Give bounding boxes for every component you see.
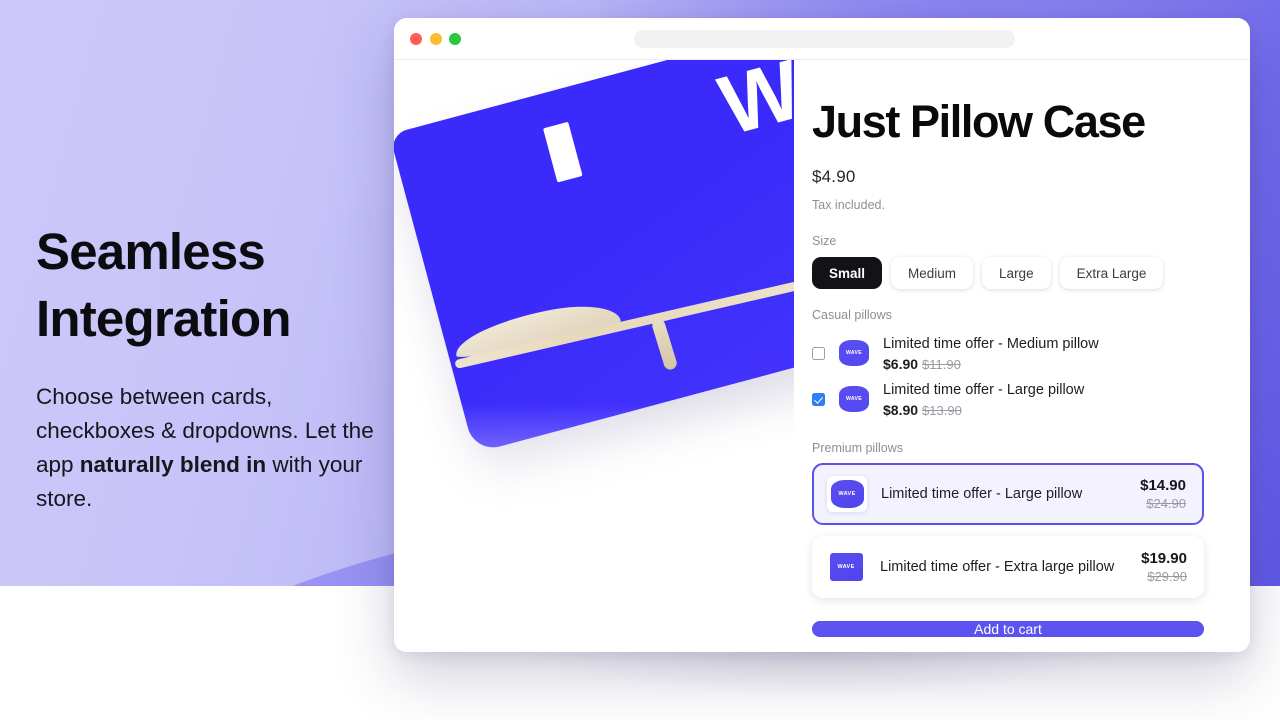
offer-thumbnail: WAVE	[837, 338, 871, 369]
minimize-window-icon[interactable]	[429, 32, 442, 45]
offer-compare-price: $29.90	[1147, 568, 1187, 584]
offer-name: Limited time offer - Large pillow	[883, 381, 1085, 398]
offer-card-large-pillow[interactable]: WAVE Limited time offer - Large pillow $…	[812, 463, 1204, 526]
promo-copy: Seamless Integration Choose between card…	[36, 218, 396, 516]
pillow-thumb-label: WAVE	[845, 396, 863, 403]
casual-pillows-list: WAVE Limited time offer - Medium pillow …	[812, 330, 1204, 422]
address-bar[interactable]	[634, 29, 1015, 48]
offer-price-row: $8.90 $13.90	[883, 402, 1084, 418]
offer-price-row: $19.90 $29.90	[1141, 550, 1187, 585]
promo-heading-line-1: Seamless	[36, 223, 266, 280]
premium-pillows-list: WAVE Limited time offer - Large pillow $…	[812, 463, 1204, 609]
offer-thumbnail: WAVE	[837, 384, 871, 415]
pillow-thumb-label: WAVE	[837, 564, 855, 571]
product-price: $4.90	[812, 167, 856, 187]
promo-subtext-emphasis: naturally blend in	[79, 452, 267, 477]
offer-name: Limited time offer - Large pillow	[881, 486, 1083, 503]
pillow-thumb-label: WAVE	[838, 491, 856, 498]
add-to-cart-button[interactable]: Add to cart	[812, 621, 1204, 638]
checkbox-medium-pillow[interactable]	[812, 346, 825, 360]
pillow-thumb-icon: WAVE	[829, 553, 863, 582]
promo-heading: Seamless Integration	[36, 218, 396, 352]
offer-compare-price: $24.90	[1146, 495, 1186, 511]
checkbox-large-pillow[interactable]	[812, 392, 825, 406]
maximize-window-icon[interactable]	[449, 32, 461, 45]
offer-text: Limited time offer - Medium pillow $6.90…	[883, 335, 1099, 372]
size-option-large[interactable]: Large	[982, 257, 1051, 290]
offer-card-extra-large-pillow[interactable]: WAVE Limited time offer - Extra large pi…	[812, 536, 1204, 599]
pillow-print-letter: W	[710, 60, 794, 153]
pillow-product-photo: W	[394, 60, 794, 454]
premium-pillows-label: Premium pillows	[812, 441, 903, 456]
pillow-print-bar	[542, 121, 583, 183]
size-option-extra-large[interactable]: Extra Large	[1059, 257, 1164, 290]
size-label: Size	[812, 234, 837, 249]
pillow-zipper-pull-icon	[650, 317, 679, 372]
offer-price: $6.90	[883, 355, 919, 372]
browser-content: W Just Pillow Case $4.90 Tax included. S…	[394, 60, 1250, 652]
offer-compare-price: $11.90	[922, 356, 961, 372]
promo-screenshot: Seamless Integration Choose between card…	[0, 0, 1280, 720]
pillow-thumb-icon: WAVE	[830, 480, 864, 509]
casual-pillows-label: Casual pillows	[812, 308, 892, 323]
offer-name: Limited time offer - Extra large pillow	[880, 559, 1115, 576]
size-option-small[interactable]: Small	[812, 257, 883, 290]
promo-subtext: Choose between cards, checkboxes & dropd…	[36, 380, 396, 516]
list-item[interactable]: WAVE Limited time offer - Medium pillow …	[812, 330, 1204, 376]
offer-price-row: $14.90 $24.90	[1140, 477, 1186, 512]
offer-price: $14.90	[1140, 476, 1186, 494]
product-image: W	[394, 60, 794, 652]
size-option-medium[interactable]: Medium	[891, 257, 974, 290]
offer-name: Limited time offer - Medium pillow	[883, 335, 1099, 352]
offer-compare-price: $13.90	[922, 402, 962, 418]
list-item[interactable]: WAVE Limited time offer - Large pillow $…	[812, 376, 1204, 422]
offer-price-row: $6.90 $11.90	[883, 356, 1099, 372]
tax-note: Tax included.	[812, 198, 885, 213]
offer-price: $19.90	[1141, 549, 1187, 567]
close-window-icon[interactable]	[410, 32, 422, 45]
offer-price: $8.90	[883, 401, 919, 418]
offer-thumbnail: WAVE	[826, 549, 866, 586]
pillow-zipper	[454, 256, 794, 370]
browser-titlebar	[394, 18, 1250, 60]
promo-heading-line-2: Integration	[36, 290, 292, 347]
browser-window: W Just Pillow Case $4.90 Tax included. S…	[394, 18, 1250, 652]
pillow-thumb-label: WAVE	[845, 350, 863, 357]
size-selector[interactable]: Small Medium Large Extra Large	[812, 257, 1204, 290]
offer-text: Limited time offer - Large pillow $8.90 $…	[883, 381, 1084, 418]
window-controls[interactable]	[410, 32, 461, 45]
product-details: Just Pillow Case $4.90 Tax included. Siz…	[794, 60, 1250, 652]
pillow-thumb-icon: WAVE	[839, 340, 869, 367]
page-title: Just Pillow Case	[812, 96, 1146, 147]
pillow-thumb-icon: WAVE	[839, 386, 869, 413]
offer-thumbnail: WAVE	[827, 476, 867, 513]
